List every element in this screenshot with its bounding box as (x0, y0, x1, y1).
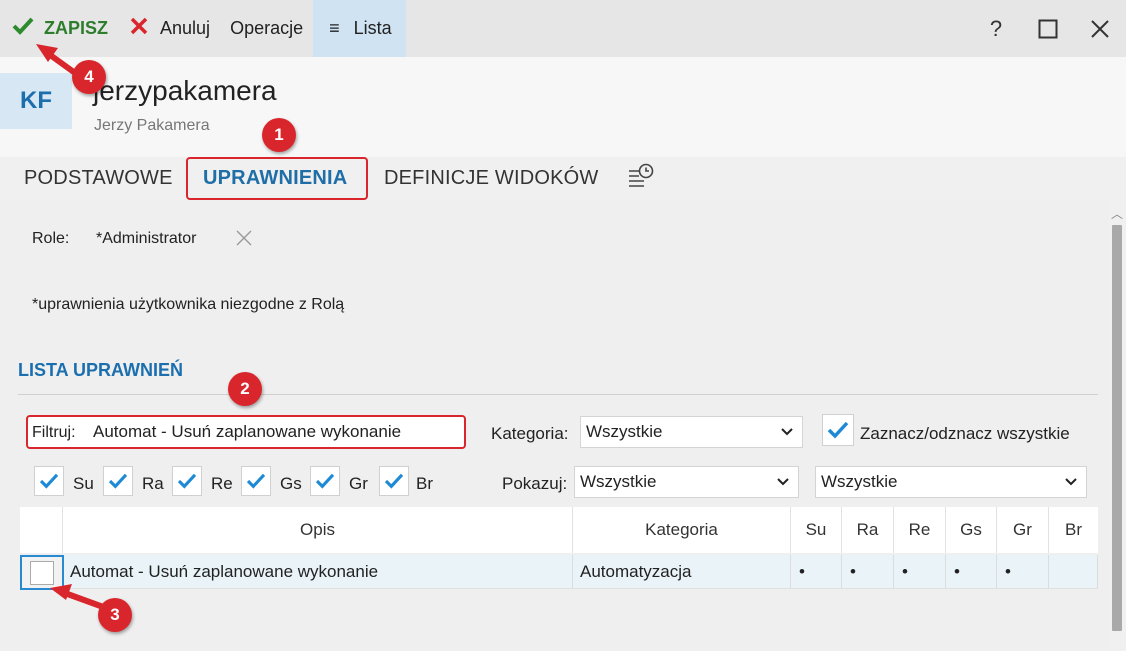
annotation-arrows (36, 44, 109, 611)
annotation-badge-4: 4 (72, 60, 106, 94)
annotation-badge-3: 3 (98, 598, 132, 632)
